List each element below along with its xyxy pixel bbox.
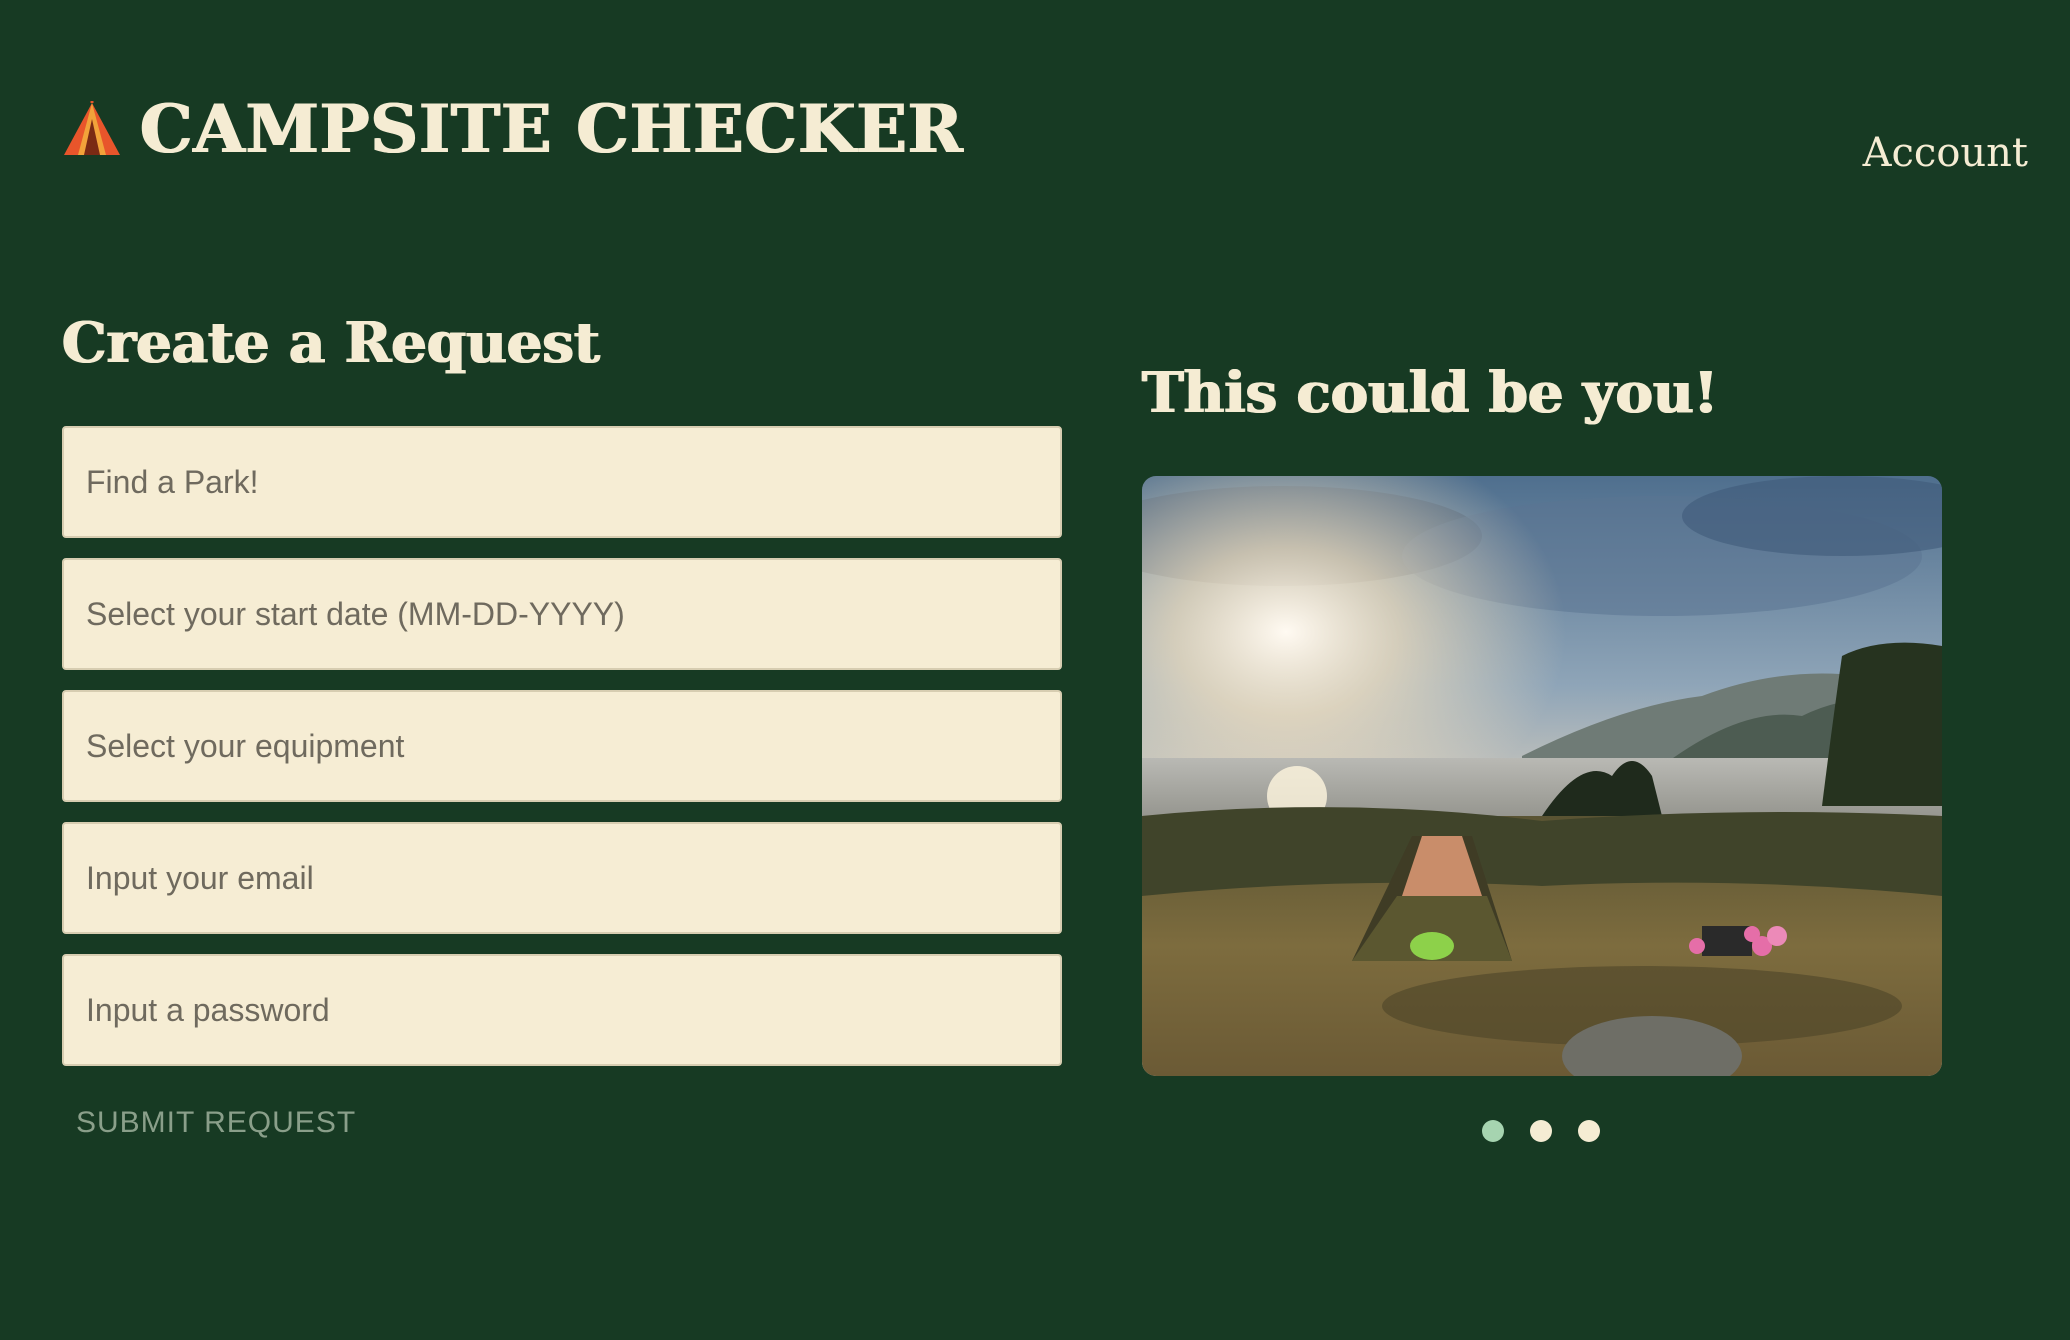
carousel-dot-2[interactable] (1530, 1120, 1552, 1142)
carousel-dots (1482, 1120, 1600, 1142)
form-title: Create a Request (62, 310, 600, 376)
carousel-dot-1[interactable] (1482, 1120, 1504, 1142)
submit-request-button[interactable]: SUBMIT REQUEST (76, 1106, 356, 1140)
password-input[interactable] (62, 954, 1062, 1066)
request-form: SUBMIT REQUEST (62, 426, 1062, 1140)
email-input[interactable] (62, 822, 1062, 934)
start-date-input[interactable] (62, 558, 1062, 670)
carousel-dot-3[interactable] (1578, 1120, 1600, 1142)
tent-icon (64, 101, 120, 155)
account-link[interactable]: Account (1863, 130, 2028, 176)
park-search-input[interactable] (62, 426, 1062, 538)
equipment-select[interactable] (62, 690, 1062, 802)
campsite-photo (1142, 476, 1942, 1076)
showcase-title: This could be you! (1142, 360, 1719, 426)
brand-title[interactable]: CAMPSITE CHECKER (140, 96, 964, 162)
site-header: CAMPSITE CHECKER (62, 96, 964, 162)
